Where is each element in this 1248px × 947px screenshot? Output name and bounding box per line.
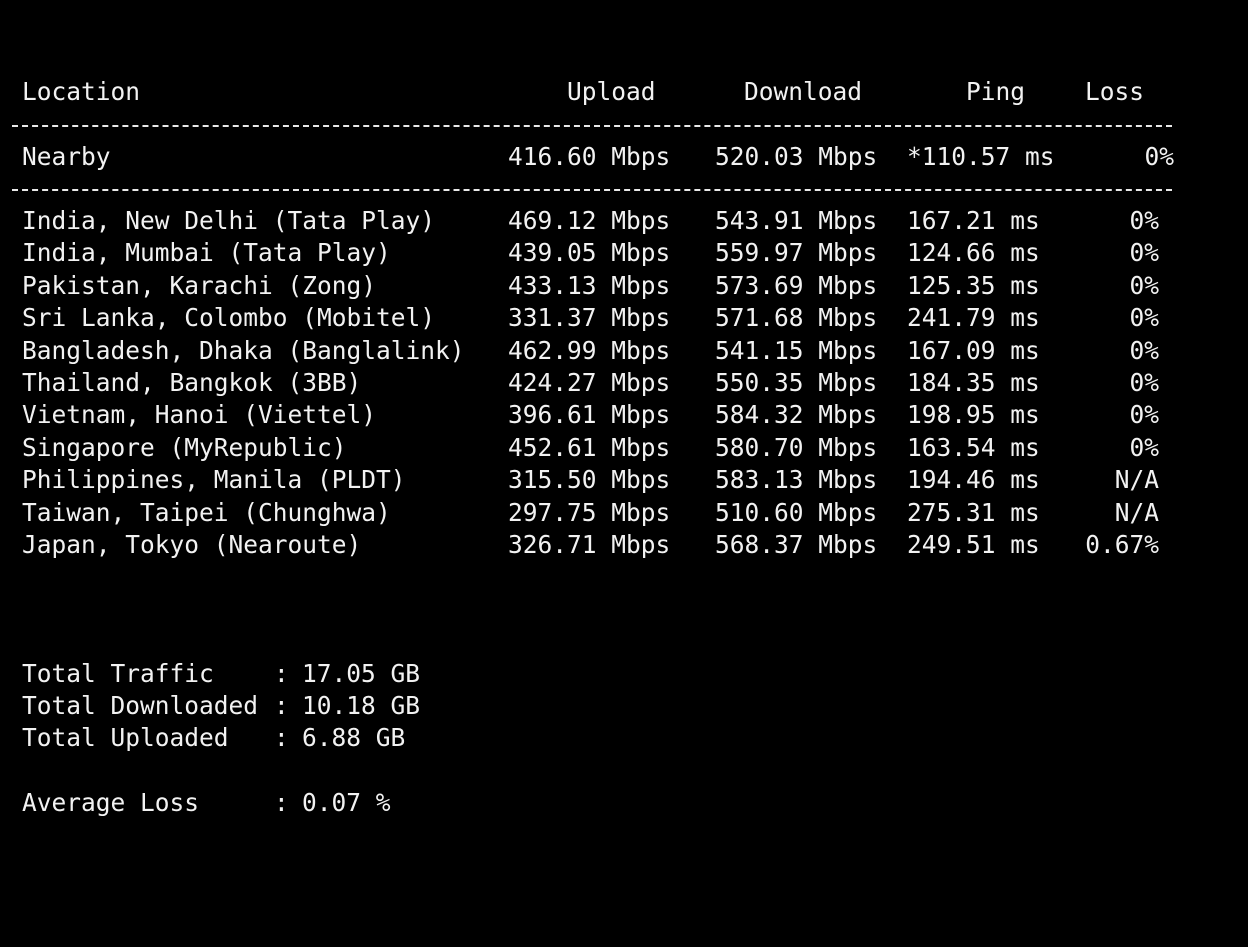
- row-ping: 194.46 ms: [907, 465, 1040, 495]
- row-loss: 0%: [1129, 400, 1159, 430]
- header-loss: Loss: [1085, 77, 1145, 106]
- row-location: Philippines, Manila (PLDT): [22, 465, 406, 495]
- table-row: Sri Lanka, Colombo (Mobitel) 331.37 Mbps 5…: [22, 302, 1159, 334]
- row-loss: 0%: [1129, 270, 1159, 300]
- row-location: India, New Delhi (Tata Play): [22, 206, 436, 235]
- table-row: India, New Delhi (Tata Play) 469.12 Mbps 5…: [22, 205, 1159, 237]
- row-ping: 249.51 ms: [907, 530, 1040, 559]
- row-upload: 297.75 Mbps: [508, 497, 671, 527]
- row-ping: 125.35 ms: [907, 270, 1040, 300]
- row-download: 583.13 Mbps: [715, 465, 878, 495]
- nearby-ping: *110.57 ms: [907, 142, 1055, 171]
- summary-value: 17.05 GB: [302, 659, 421, 688]
- header-location: Location: [22, 77, 141, 106]
- row-location: India, Mumbai (Tata Play): [22, 238, 391, 268]
- table-row: Bangladesh, Dhaka (Banglalink) 462.99 Mbp…: [22, 335, 1159, 367]
- row-loss: 0%: [1129, 238, 1159, 268]
- table-row: Taiwan, Taipei (Chunghwa) 297.75 Mbps 510.…: [22, 497, 1159, 529]
- header-ping: Ping: [966, 77, 1026, 106]
- row-ping: 241.79 ms: [907, 303, 1040, 333]
- row-location: Vietnam, Hanoi (Viettel): [22, 400, 377, 430]
- nearby-location: Nearby: [22, 142, 111, 171]
- row-ping: 163.54 ms: [907, 432, 1040, 462]
- nearby-row: Nearby 416.60 Mbps 520.03 Mbps *110.57 m…: [22, 141, 1174, 173]
- summary-total-downloaded: Total Downloaded : 10.18 GB: [22, 690, 622, 722]
- nearby-loss: 0%: [1144, 142, 1174, 171]
- row-download: 541.15 Mbps: [715, 335, 878, 365]
- summary-key: Average Loss: [22, 788, 200, 817]
- table-row: Vietnam, Hanoi (Viettel) 396.61 Mbps 584.3…: [22, 399, 1159, 431]
- row-loss: 0.67%: [1085, 530, 1159, 559]
- row-upload: 396.61 Mbps: [508, 400, 671, 430]
- summary-total-traffic: Total Traffic : 17.05 GB: [22, 658, 622, 690]
- row-location: Sri Lanka, Colombo (Mobitel): [22, 303, 436, 333]
- row-loss: 0%: [1129, 432, 1159, 462]
- row-loss: N/A: [1114, 465, 1159, 495]
- row-download: 584.32 Mbps: [715, 400, 878, 430]
- row-loss: 0%: [1129, 303, 1159, 333]
- row-download: 571.68 Mbps: [715, 303, 878, 333]
- row-download: 580.70 Mbps: [715, 432, 878, 462]
- row-download: 559.97 Mbps: [715, 238, 878, 268]
- row-ping: 167.21 ms: [907, 206, 1040, 235]
- row-download: 510.60 Mbps: [715, 497, 878, 527]
- row-download: 573.69 Mbps: [715, 270, 878, 300]
- row-ping: 275.31 ms: [907, 497, 1040, 527]
- summary-key: Total Traffic: [22, 659, 214, 688]
- header-upload: Upload: [567, 77, 656, 106]
- row-ping: 167.09 ms: [907, 335, 1040, 365]
- table-row: Japan, Tokyo (Nearoute) 326.71 Mbps 568.37…: [22, 529, 1159, 561]
- summary-value: 10.18 GB: [302, 691, 421, 720]
- row-location: Bangladesh, Dhaka (Banglalink): [22, 335, 465, 365]
- summary-key: Total Uploaded: [22, 723, 229, 752]
- summary-colon: :: [274, 723, 289, 752]
- row-location: Taiwan, Taipei (Chunghwa): [22, 497, 391, 527]
- table-row: Singapore (MyRepublic) 452.61 Mbps 580.70 …: [22, 432, 1159, 464]
- header-download: Download: [744, 77, 863, 106]
- row-loss: 0%: [1129, 368, 1159, 397]
- row-upload: 315.50 Mbps: [508, 465, 671, 495]
- row-location: Singapore (MyRepublic): [22, 432, 347, 462]
- table-header: Location Upload Download Ping Loss: [22, 76, 1162, 108]
- terminal-output: Location Upload Download Ping Loss Nearb…: [0, 0, 1248, 832]
- row-upload: 469.12 Mbps: [508, 206, 671, 235]
- summary-value: 6.88 GB: [302, 723, 406, 752]
- row-loss: N/A: [1114, 497, 1159, 527]
- row-location: Thailand, Bangkok (3BB): [22, 368, 362, 397]
- separator-top: [12, 125, 1172, 127]
- row-upload: 433.13 Mbps: [508, 270, 671, 300]
- table-row: Thailand, Bangkok (3BB) 424.27 Mbps 550.35…: [22, 367, 1159, 399]
- row-upload: 424.27 Mbps: [508, 368, 671, 397]
- table-row: India, Mumbai (Tata Play) 439.05 Mbps 559.…: [22, 237, 1159, 269]
- summary-total-uploaded: Total Uploaded : 6.88 GB: [22, 722, 622, 754]
- summary-colon: :: [274, 691, 289, 720]
- row-upload: 439.05 Mbps: [508, 238, 671, 268]
- nearby-upload: 416.60 Mbps: [508, 142, 671, 171]
- row-ping: 124.66 ms: [907, 238, 1040, 268]
- summary-colon: :: [274, 788, 289, 817]
- nearby-download: 520.03 Mbps: [715, 142, 878, 171]
- summary-value: 0.07 %: [302, 788, 391, 817]
- summary-key: Total Downloaded: [22, 691, 259, 720]
- table-row: Pakistan, Karachi (Zong) 433.13 Mbps 573.6…: [22, 270, 1159, 302]
- row-upload: 452.61 Mbps: [508, 432, 671, 462]
- row-loss: 0%: [1129, 206, 1159, 235]
- row-upload: 331.37 Mbps: [508, 303, 671, 333]
- separator-bottom: [12, 189, 1172, 191]
- summary-average-loss: Average Loss : 0.07 %: [22, 787, 622, 819]
- row-location: Pakistan, Karachi (Zong): [22, 270, 377, 300]
- row-location: Japan, Tokyo (Nearoute): [22, 530, 362, 559]
- summary-colon: :: [274, 659, 289, 688]
- row-upload: 462.99 Mbps: [508, 335, 671, 365]
- row-download: 568.37 Mbps: [715, 530, 878, 559]
- row-loss: 0%: [1129, 335, 1159, 365]
- row-download: 550.35 Mbps: [715, 368, 878, 397]
- row-ping: 198.95 ms: [907, 400, 1040, 430]
- row-ping: 184.35 ms: [907, 368, 1040, 397]
- row-download: 543.91 Mbps: [715, 206, 878, 235]
- row-upload: 326.71 Mbps: [508, 530, 671, 559]
- table-row: Philippines, Manila (PLDT) 315.50 Mbps 583…: [22, 464, 1159, 496]
